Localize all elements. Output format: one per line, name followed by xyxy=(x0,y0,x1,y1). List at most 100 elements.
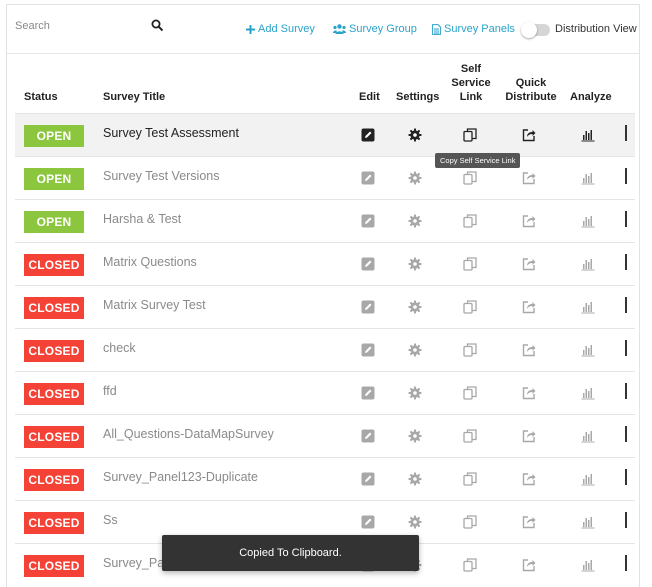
status-badge: OPEN xyxy=(24,168,84,190)
status-badge: CLOSED xyxy=(24,383,84,405)
row-menu-handle[interactable] xyxy=(625,254,627,270)
share-icon[interactable] xyxy=(522,429,536,443)
share-icon[interactable] xyxy=(522,128,536,142)
table-row: OPEN Survey Test Versions xyxy=(15,156,635,199)
share-icon[interactable] xyxy=(522,257,536,271)
search-input[interactable] xyxy=(15,15,145,37)
survey-title[interactable]: Survey Test Versions xyxy=(103,169,220,183)
clipboard-toast: Copied To Clipboard. xyxy=(162,535,419,571)
column-quick-line1: Quick xyxy=(515,77,547,89)
copy-icon[interactable] xyxy=(463,343,477,357)
bar-chart-icon[interactable] xyxy=(581,128,595,142)
search-icon[interactable] xyxy=(151,19,164,32)
bar-chart-icon[interactable] xyxy=(581,429,595,443)
survey-title[interactable]: check xyxy=(103,341,136,355)
edit-icon[interactable] xyxy=(361,128,375,142)
survey-title[interactable]: Ss xyxy=(103,513,118,527)
share-icon[interactable] xyxy=(522,343,536,357)
survey-title[interactable]: Survey_Panel123-Duplicate xyxy=(103,470,258,484)
plus-icon xyxy=(246,24,255,34)
copy-icon[interactable] xyxy=(463,472,477,486)
table-row: OPEN Harsha & Test xyxy=(15,199,635,242)
status-badge: CLOSED xyxy=(24,340,84,362)
bar-chart-icon[interactable] xyxy=(581,214,595,228)
row-menu-handle[interactable] xyxy=(625,297,627,313)
bar-chart-icon[interactable] xyxy=(581,171,595,185)
copy-icon[interactable] xyxy=(463,429,477,443)
survey-title[interactable]: Harsha & Test xyxy=(103,212,181,226)
copy-icon[interactable] xyxy=(463,128,477,142)
bar-chart-icon[interactable] xyxy=(581,257,595,271)
gear-icon[interactable] xyxy=(408,214,422,228)
edit-icon[interactable] xyxy=(361,515,375,529)
row-menu-handle[interactable] xyxy=(625,426,627,442)
share-icon[interactable] xyxy=(522,558,536,572)
edit-icon[interactable] xyxy=(361,257,375,271)
survey-title[interactable]: Survey_Pa xyxy=(103,556,164,570)
add-survey-link[interactable]: Add Survey xyxy=(246,23,315,35)
document-icon xyxy=(432,23,441,35)
copy-icon[interactable] xyxy=(463,214,477,228)
share-icon[interactable] xyxy=(522,171,536,185)
row-menu-handle[interactable] xyxy=(625,340,627,356)
table-row: OPEN Survey Test Assessment xyxy=(15,113,635,156)
gear-icon[interactable] xyxy=(408,128,422,142)
share-icon[interactable] xyxy=(522,214,536,228)
copy-icon[interactable] xyxy=(463,386,477,400)
table-row: CLOSED Matrix Questions xyxy=(15,242,635,285)
survey-title[interactable]: Matrix Survey Test xyxy=(103,298,206,312)
share-icon[interactable] xyxy=(522,515,536,529)
gear-icon[interactable] xyxy=(408,429,422,443)
gear-icon[interactable] xyxy=(408,343,422,357)
add-survey-label: Add Survey xyxy=(258,23,315,35)
column-quick-distribute: Quick Distribute xyxy=(503,76,559,104)
distribution-view-toggle[interactable] xyxy=(521,22,550,38)
survey-title[interactable]: Survey Test Assessment xyxy=(103,126,239,140)
edit-icon[interactable] xyxy=(361,300,375,314)
copy-icon[interactable] xyxy=(463,558,477,572)
bar-chart-icon[interactable] xyxy=(581,558,595,572)
row-menu-handle[interactable] xyxy=(625,168,627,184)
gear-icon[interactable] xyxy=(408,515,422,529)
row-menu-handle[interactable] xyxy=(625,469,627,485)
table-row: CLOSED All_Questions-DataMapSurvey xyxy=(15,414,635,457)
row-menu-handle[interactable] xyxy=(625,383,627,399)
edit-icon[interactable] xyxy=(361,429,375,443)
row-menu-handle[interactable] xyxy=(625,125,627,141)
column-self-service-line2: Service xyxy=(451,77,491,89)
bar-chart-icon[interactable] xyxy=(581,472,595,486)
copy-icon[interactable] xyxy=(463,515,477,529)
copy-icon[interactable] xyxy=(463,257,477,271)
row-menu-handle[interactable] xyxy=(625,512,627,528)
edit-icon[interactable] xyxy=(361,171,375,185)
survey-group-link[interactable]: Survey Group xyxy=(333,23,417,35)
bar-chart-icon[interactable] xyxy=(581,386,595,400)
gear-icon[interactable] xyxy=(408,386,422,400)
survey-panels-link[interactable]: Survey Panels xyxy=(432,23,515,35)
edit-icon[interactable] xyxy=(361,472,375,486)
edit-icon[interactable] xyxy=(361,343,375,357)
column-edit: Edit xyxy=(359,91,380,103)
copy-icon[interactable] xyxy=(463,171,477,185)
gear-icon[interactable] xyxy=(408,472,422,486)
column-self-service-line3: Link xyxy=(459,91,483,103)
share-icon[interactable] xyxy=(522,386,536,400)
table-row: CLOSED Survey_Panel123-Duplicate xyxy=(15,457,635,500)
row-menu-handle[interactable] xyxy=(625,211,627,227)
copy-icon[interactable] xyxy=(463,300,477,314)
bar-chart-icon[interactable] xyxy=(581,343,595,357)
bar-chart-icon[interactable] xyxy=(581,300,595,314)
column-survey-title: Survey Title xyxy=(103,91,166,103)
gear-icon[interactable] xyxy=(408,300,422,314)
survey-title[interactable]: All_Questions-DataMapSurvey xyxy=(103,427,274,441)
edit-icon[interactable] xyxy=(361,386,375,400)
survey-title[interactable]: Matrix Questions xyxy=(103,255,197,269)
bar-chart-icon[interactable] xyxy=(581,515,595,529)
row-menu-handle[interactable] xyxy=(625,555,627,571)
share-icon[interactable] xyxy=(522,472,536,486)
survey-title[interactable]: ffd xyxy=(103,384,117,398)
gear-icon[interactable] xyxy=(408,171,422,185)
gear-icon[interactable] xyxy=(408,257,422,271)
edit-icon[interactable] xyxy=(361,214,375,228)
share-icon[interactable] xyxy=(522,300,536,314)
